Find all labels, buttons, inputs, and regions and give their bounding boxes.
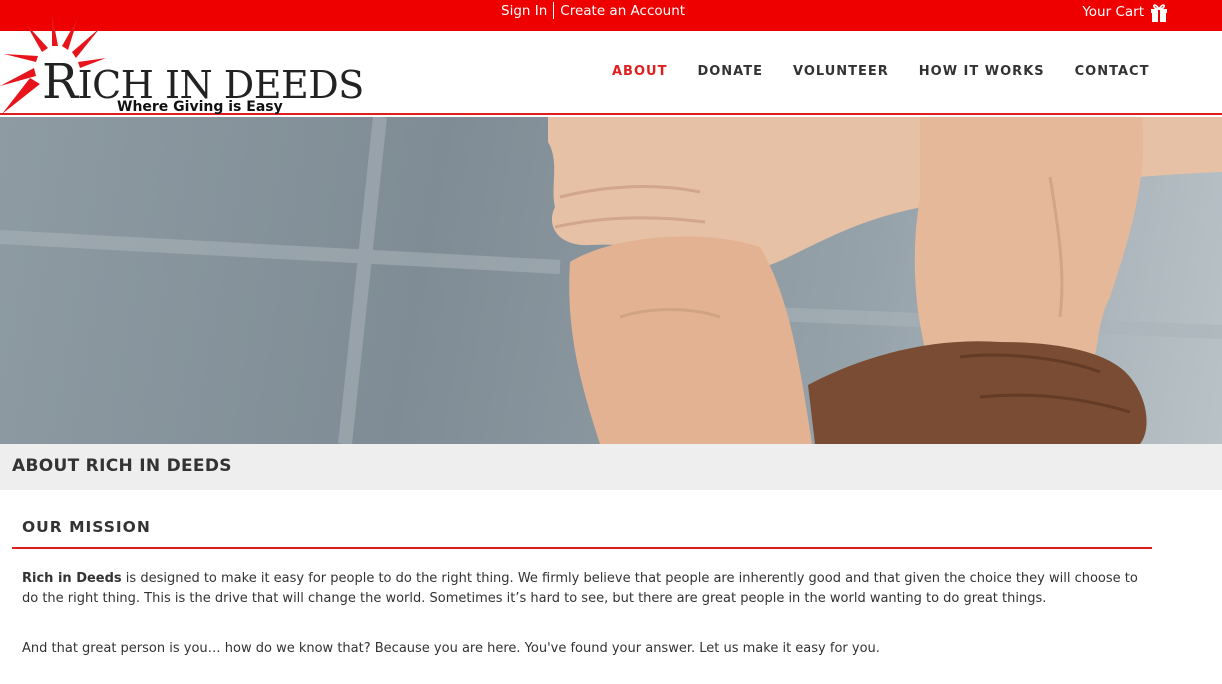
hands-illustration bbox=[0, 117, 1222, 444]
logo-title-initial: R bbox=[42, 54, 78, 110]
account-links: Sign In Create an Account bbox=[501, 2, 685, 19]
nav-how-it-works[interactable]: HOW IT WORKS bbox=[919, 64, 1045, 79]
cart-link[interactable]: Your Cart bbox=[1082, 2, 1168, 22]
mission-text: is designed to make it easy for people t… bbox=[22, 571, 1138, 606]
closing-paragraph: And that great person is you… how do we … bbox=[22, 641, 880, 656]
sign-in-link[interactable]: Sign In bbox=[501, 3, 547, 19]
cart-label: Your Cart bbox=[1082, 4, 1144, 20]
main-nav: ABOUT DONATE VOLUNTEER HOW IT WORKS CONT… bbox=[612, 64, 1179, 79]
nav-donate[interactable]: DONATE bbox=[697, 64, 763, 79]
gift-icon bbox=[1151, 4, 1167, 22]
divider bbox=[553, 2, 555, 19]
section-header: OUR MISSION bbox=[12, 508, 1152, 549]
site-header: RICH IN DEEDS Where Giving is Easy ABOUT… bbox=[0, 14, 1222, 115]
create-account-link[interactable]: Create an Account bbox=[560, 3, 685, 19]
brand-name: Rich in Deeds bbox=[22, 571, 122, 586]
section-heading: OUR MISSION bbox=[22, 518, 151, 536]
site-logo[interactable]: RICH IN DEEDS Where Giving is Easy bbox=[0, 6, 364, 116]
hero-image bbox=[0, 117, 1222, 444]
mission-paragraph: Rich in Deeds is designed to make it eas… bbox=[22, 569, 1152, 609]
page-title: ABOUT RICH IN DEEDS bbox=[12, 456, 232, 476]
nav-contact[interactable]: CONTACT bbox=[1075, 64, 1150, 79]
logo-tagline: Where Giving is Easy bbox=[117, 99, 283, 115]
page-title-band: ABOUT RICH IN DEEDS bbox=[0, 444, 1222, 490]
nav-volunteer[interactable]: VOLUNTEER bbox=[793, 64, 889, 79]
nav-about[interactable]: ABOUT bbox=[612, 64, 667, 79]
